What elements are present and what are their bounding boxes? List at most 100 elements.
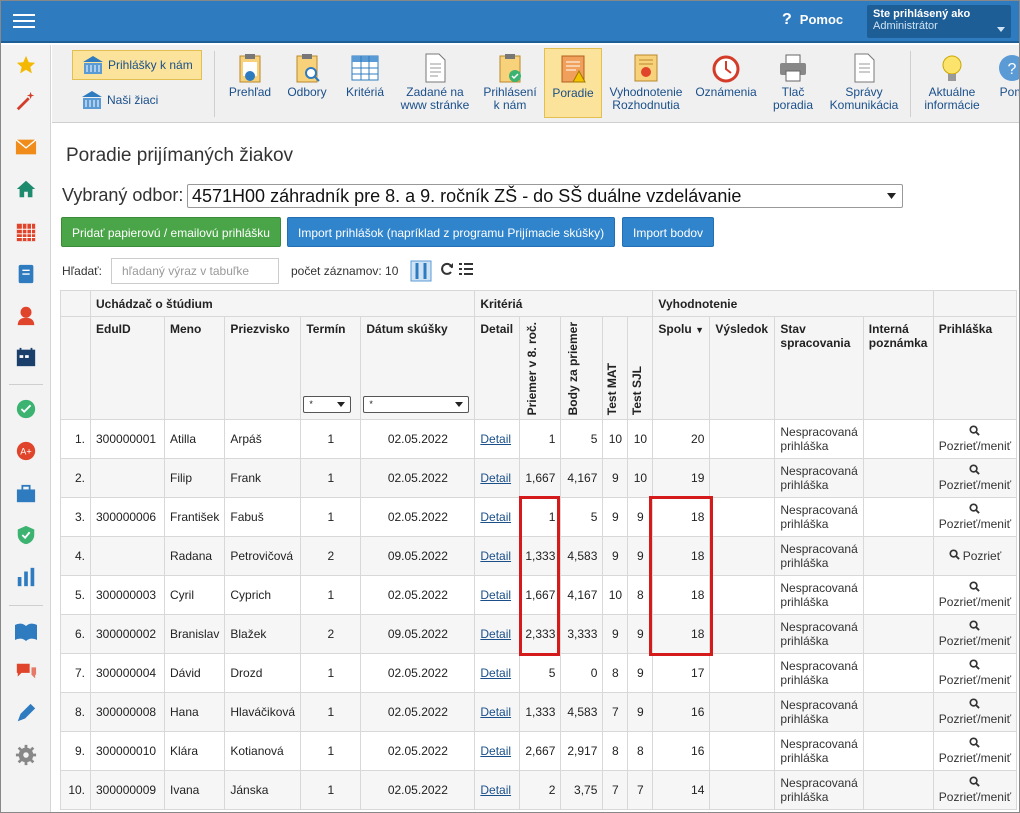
- mail-icon[interactable]: [14, 135, 38, 159]
- page-title: Poradie prijímaných žiakov: [66, 145, 294, 166]
- table-row: 5. 300000003 Cyril Cyprich 1 02.05.2022 Detail…: [60, 575, 1018, 615]
- cell-priezvisko: Arpáš: [224, 419, 302, 459]
- cell-priezvisko: Jánska: [224, 770, 302, 810]
- tb-odbory[interactable]: Odbory: [282, 48, 332, 118]
- detail-link[interactable]: Detail: [480, 549, 511, 563]
- columns-icon[interactable]: [410, 260, 432, 285]
- detail-link[interactable]: Detail: [480, 783, 511, 797]
- cell-datum: 02.05.2022: [360, 575, 476, 615]
- calendar-icon[interactable]: [14, 220, 38, 244]
- briefcase-icon[interactable]: [14, 482, 38, 506]
- view-action-label: Pozrieť/meniť: [938, 478, 1012, 492]
- chat-icon[interactable]: [14, 660, 38, 684]
- pen-icon[interactable]: [14, 701, 38, 725]
- odbor-value: 4571H00 záhradník pre 8. a 9. ročník ZŠ …: [192, 186, 742, 206]
- import-applications-button[interactable]: Import prihlášok (napríklad z programu P…: [287, 217, 616, 247]
- status-text: Nespracovaná prihláška: [780, 503, 858, 531]
- detail-link[interactable]: Detail: [480, 432, 511, 446]
- table-row: 1. 300000001 Atilla Arpáš 1 02.05.2022 Detail 1…: [60, 419, 1018, 459]
- tb-pomoc[interactable]: ? Pom: [992, 48, 1019, 118]
- col-stav[interactable]: Stav spracovania: [774, 316, 864, 420]
- book-icon[interactable]: [14, 262, 38, 286]
- tb-tlac[interactable]: Tlač poradia: [767, 48, 819, 118]
- sidebar: A+: [1, 45, 51, 812]
- cell-prihlaska[interactable]: Pozrieť: [932, 536, 1018, 576]
- cell-prihlaska[interactable]: Pozrieť/meniť: [932, 653, 1018, 693]
- cell-prihlaska[interactable]: Pozrieť/meniť: [932, 731, 1018, 771]
- col-datum[interactable]: Dátum skúšky *: [360, 316, 476, 420]
- detail-link[interactable]: Detail: [480, 588, 511, 602]
- col-poznamka[interactable]: Interná poznámka: [862, 316, 934, 420]
- tb-aktualne[interactable]: Aktuálne informácie: [918, 48, 986, 118]
- cell-body: 4,167: [560, 458, 604, 498]
- home-icon[interactable]: [14, 177, 38, 201]
- help-label: Pomoc: [799, 12, 844, 27]
- row-number: 4.: [60, 536, 91, 576]
- schedule-icon[interactable]: [14, 345, 38, 369]
- menu-icon[interactable]: [13, 11, 35, 29]
- detail-link[interactable]: Detail: [480, 744, 511, 758]
- open-book-icon[interactable]: [14, 620, 38, 644]
- cell-eduid: [90, 536, 165, 576]
- cell-prihlaska[interactable]: Pozrieť/meniť: [932, 614, 1018, 654]
- detail-link[interactable]: Detail: [480, 627, 511, 641]
- col-sjl[interactable]: Test SJL: [627, 316, 654, 420]
- tb-oznamenia[interactable]: Oznámenia: [692, 48, 760, 118]
- grade-icon[interactable]: A+: [14, 439, 38, 463]
- cell-prihlaska[interactable]: Pozrieť/meniť: [932, 458, 1018, 498]
- cell-prihlaska[interactable]: Pozrieť/meniť: [932, 419, 1018, 459]
- magic-wand-icon[interactable]: [14, 89, 38, 113]
- user-menu[interactable]: Ste prihlásený ako Administrátor: [867, 5, 1011, 38]
- cell-prihlaska[interactable]: Pozrieť/meniť: [932, 692, 1018, 732]
- col-meno[interactable]: Meno: [163, 316, 226, 420]
- gear-icon[interactable]: [14, 743, 38, 767]
- col-mat[interactable]: Test MAT: [602, 316, 629, 420]
- add-application-button[interactable]: Pridať papierovú / emailovú prihlášku: [61, 217, 281, 247]
- detail-link[interactable]: Detail: [480, 705, 511, 719]
- view-action-label: Pozrieť/meniť: [938, 790, 1012, 804]
- detail-link[interactable]: Detail: [480, 666, 511, 680]
- cell-body: 2,917: [560, 731, 604, 771]
- col-body[interactable]: Body za priemer: [560, 316, 604, 420]
- tb-prehlad[interactable]: Prehľad: [223, 48, 277, 118]
- nasi-ziaci-button[interactable]: Naši žiaci: [72, 85, 202, 115]
- search-input[interactable]: hľadaný výraz v tabuľke: [111, 258, 279, 284]
- cell-prihlaska[interactable]: Pozrieť/meniť: [932, 770, 1018, 810]
- col-termin[interactable]: Termín *: [300, 316, 362, 420]
- tb-spravy[interactable]: Správy Komunikácia: [826, 48, 902, 118]
- import-points-button[interactable]: Import bodov: [622, 217, 715, 247]
- col-eduid[interactable]: EduID: [90, 316, 165, 420]
- col-vysledok[interactable]: Výsledok: [709, 316, 776, 420]
- tb-prihlaseni[interactable]: Prihlásení k nám: [481, 48, 539, 118]
- tb-poradie[interactable]: Poradie: [544, 48, 602, 118]
- clipboard-check-icon: [494, 52, 526, 84]
- datum-filter[interactable]: *: [363, 396, 470, 413]
- cell-prihlaska[interactable]: Pozrieť/meniť: [932, 575, 1018, 615]
- certificate-icon: [630, 52, 662, 84]
- list-icon[interactable]: [459, 263, 473, 278]
- user-icon[interactable]: [14, 303, 38, 327]
- check-circle-icon[interactable]: [14, 397, 38, 421]
- prihlasky-k-nam-button[interactable]: Prihlášky k nám: [72, 50, 202, 80]
- tb-kriteria[interactable]: Kritériá: [338, 48, 392, 118]
- star-icon[interactable]: [14, 53, 38, 77]
- detail-link[interactable]: Detail: [480, 510, 511, 524]
- refresh-icon[interactable]: [440, 262, 454, 279]
- tb-zadane[interactable]: Zadané na www stránke: [396, 48, 474, 118]
- view-action-label: Pozrieť/meniť: [938, 673, 1012, 687]
- shield-icon[interactable]: [14, 523, 38, 547]
- col-priemer[interactable]: Priemer v 8. roč.: [519, 316, 562, 420]
- termin-filter[interactable]: *: [303, 396, 352, 413]
- bar-chart-icon[interactable]: [14, 565, 38, 589]
- view-action-label: Pozrieť/meniť: [938, 712, 1012, 726]
- col-spolu[interactable]: Spolu ▼: [652, 316, 711, 420]
- record-count: počet záznamov: 10: [291, 264, 399, 278]
- detail-link[interactable]: Detail: [480, 471, 511, 485]
- cell-prihlaska[interactable]: Pozrieť/meniť: [932, 497, 1018, 537]
- odbor-select[interactable]: 4571H00 záhradník pre 8. a 9. ročník ZŠ …: [187, 184, 903, 208]
- help-link[interactable]: ? Pomoc: [782, 11, 843, 29]
- cell-stav: Nespracovaná prihláška: [774, 536, 864, 576]
- cell-eduid: 300000009: [90, 770, 165, 810]
- col-priezvisko[interactable]: Priezvisko: [224, 316, 302, 420]
- tb-vyhodnotenie[interactable]: Vyhodnotenie Rozhodnutia: [607, 48, 685, 118]
